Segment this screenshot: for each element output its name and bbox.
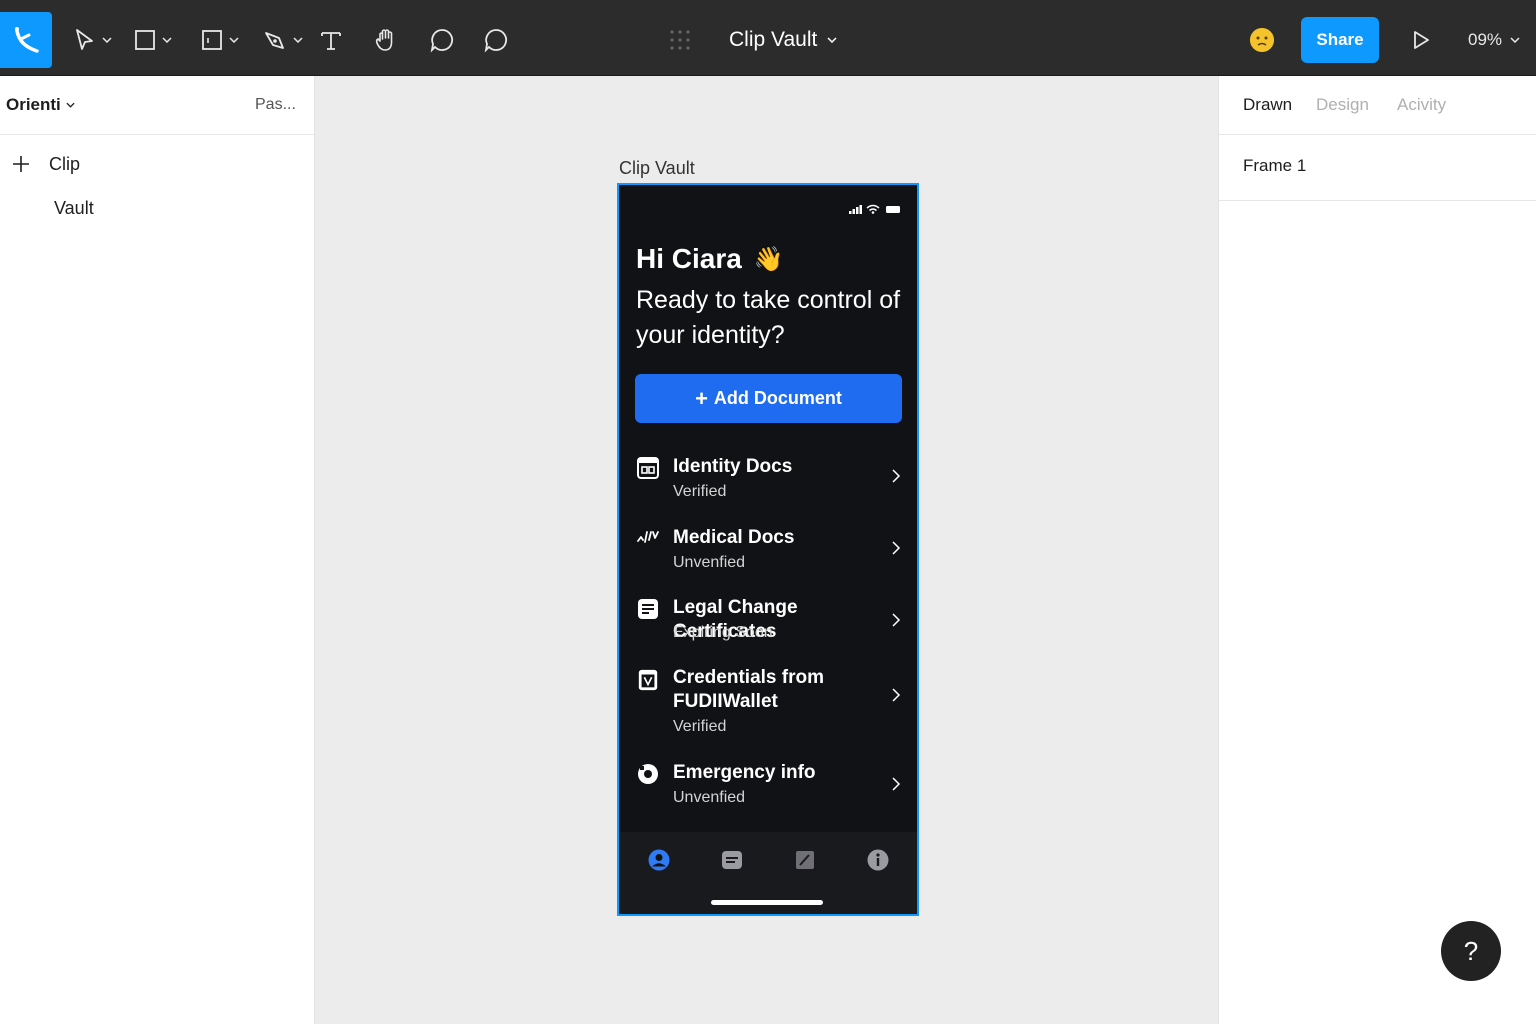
selection-name: Frame 1 bbox=[1243, 156, 1307, 175]
top-toolbar: Clip Vault Share 09% bbox=[0, 0, 1536, 76]
card-icon[interactable] bbox=[721, 849, 743, 871]
layers-panel: Orienti Pas... Clip Vault bbox=[0, 76, 315, 1024]
chevron-right-icon bbox=[892, 541, 901, 555]
user-avatar-icon[interactable] bbox=[1250, 28, 1274, 52]
pulse-icon bbox=[637, 531, 659, 543]
layers-panel-header: Orienti Pas... bbox=[0, 76, 314, 135]
move-tool[interactable] bbox=[74, 24, 112, 56]
comment-icon bbox=[484, 29, 508, 53]
chevron-down-icon[interactable] bbox=[162, 37, 172, 43]
play-icon[interactable] bbox=[1410, 28, 1432, 52]
greeting-heading: Hi Ciara 👋 bbox=[636, 243, 784, 275]
chevron-right-icon bbox=[892, 777, 901, 791]
figma-logo-icon bbox=[15, 27, 39, 53]
document-status: Verified bbox=[673, 483, 727, 500]
tab-drawn[interactable]: Drawn bbox=[1243, 95, 1292, 115]
file-title: Clip Vault bbox=[729, 28, 818, 51]
info-icon[interactable] bbox=[867, 849, 889, 871]
section-icon bbox=[202, 30, 222, 50]
document-status: Unvenfied bbox=[673, 554, 746, 571]
pages-tab[interactable]: Pas... bbox=[255, 96, 296, 114]
chevron-down-icon[interactable] bbox=[229, 37, 239, 43]
share-button[interactable]: Share bbox=[1301, 17, 1379, 63]
chevron-down-icon[interactable] bbox=[102, 37, 112, 43]
document-title: Medical Docs bbox=[673, 527, 795, 548]
move-cursor-icon bbox=[76, 29, 93, 50]
wallet-credential-icon bbox=[638, 669, 658, 691]
chevron-down-icon bbox=[66, 102, 75, 108]
layer-label: Vault bbox=[54, 197, 94, 218]
pen-icon bbox=[265, 32, 284, 49]
main-menu-button[interactable] bbox=[0, 12, 52, 68]
document-icon bbox=[638, 599, 658, 619]
comment-tool[interactable] bbox=[429, 24, 455, 56]
document-status: Expiring Soon bbox=[673, 624, 773, 641]
document-title: Credentials from FUDIIWallet bbox=[673, 667, 824, 712]
comment-icon bbox=[430, 29, 454, 53]
drag-grip-icon bbox=[670, 30, 690, 50]
chevron-down-icon bbox=[827, 37, 837, 43]
chevron-down-icon bbox=[1510, 37, 1520, 43]
status-bar-icons bbox=[849, 204, 900, 214]
greeting-text: Hi Ciara bbox=[636, 243, 742, 274]
wave-emoji: 👋 bbox=[753, 245, 784, 273]
text-tool[interactable] bbox=[320, 24, 342, 56]
document-status: Verified bbox=[673, 718, 727, 735]
plus-icon: + bbox=[695, 385, 708, 411]
person-icon[interactable] bbox=[648, 849, 670, 871]
tab-design[interactable]: Design bbox=[1316, 95, 1369, 115]
frame-tool[interactable] bbox=[134, 24, 172, 56]
pencil-icon[interactable] bbox=[794, 849, 816, 871]
emergency-icon bbox=[638, 764, 658, 784]
document-item-emergency[interactable]: Emergency info Unvenfied bbox=[619, 761, 917, 817]
text-icon bbox=[321, 32, 341, 50]
plus-icon[interactable] bbox=[12, 155, 30, 173]
hand-icon bbox=[375, 29, 393, 51]
comment-tool-2[interactable] bbox=[483, 24, 509, 56]
add-document-button[interactable]: + Add Document bbox=[635, 374, 902, 423]
pen-tool[interactable] bbox=[263, 24, 303, 56]
add-document-label: Add Document bbox=[713, 388, 842, 408]
frame-label[interactable]: Clip Vault bbox=[619, 158, 695, 179]
page-selector[interactable]: Orienti bbox=[6, 95, 75, 115]
selection-row[interactable]: Frame 1 bbox=[1219, 135, 1536, 201]
zoom-level: 09% bbox=[1468, 30, 1503, 49]
document-item-legal[interactable]: Legal Change Certificates Expiring Soon bbox=[619, 596, 917, 652]
document-title: Emergency info bbox=[673, 762, 816, 783]
phone-frame[interactable]: Hi Ciara 👋 Ready to take control of your… bbox=[617, 183, 919, 916]
section-tool[interactable] bbox=[201, 24, 239, 56]
page-name: Orienti bbox=[6, 95, 61, 114]
chevron-right-icon bbox=[892, 613, 901, 627]
subheading: Ready to take control of your identity? bbox=[636, 286, 901, 349]
rectangle-icon bbox=[135, 30, 155, 50]
chevron-right-icon bbox=[892, 469, 901, 483]
hand-tool[interactable] bbox=[374, 24, 400, 56]
properties-tabs: Drawn Design Acivity bbox=[1219, 76, 1536, 135]
document-title: Identity Docs bbox=[673, 456, 793, 477]
properties-panel: Drawn Design Acivity Frame 1 bbox=[1218, 76, 1536, 1024]
chevron-down-icon[interactable] bbox=[293, 37, 303, 43]
chevron-right-icon bbox=[892, 688, 901, 702]
layer-label: Clip bbox=[49, 153, 81, 174]
zoom-dropdown[interactable]: 09% bbox=[1468, 24, 1520, 56]
home-indicator bbox=[711, 900, 823, 905]
tab-activity[interactable]: Acivity bbox=[1397, 95, 1446, 115]
help-button[interactable]: ? bbox=[1441, 921, 1501, 981]
document-item-identity[interactable]: Identity Docs Verified bbox=[619, 455, 917, 511]
document-status: Unvenfied bbox=[673, 789, 746, 806]
id-card-icon bbox=[637, 457, 659, 479]
layer-item-vault[interactable]: Vault bbox=[0, 193, 315, 223]
document-item-credentials[interactable]: Credentials from FUDIIWallet Verified bbox=[619, 666, 917, 742]
file-title-dropdown[interactable]: Clip Vault bbox=[729, 24, 837, 56]
layer-item-clip[interactable]: Clip bbox=[0, 149, 315, 179]
bottom-tab-bar bbox=[619, 832, 917, 914]
document-item-medical[interactable]: Medical Docs Unvenfied bbox=[619, 526, 917, 582]
